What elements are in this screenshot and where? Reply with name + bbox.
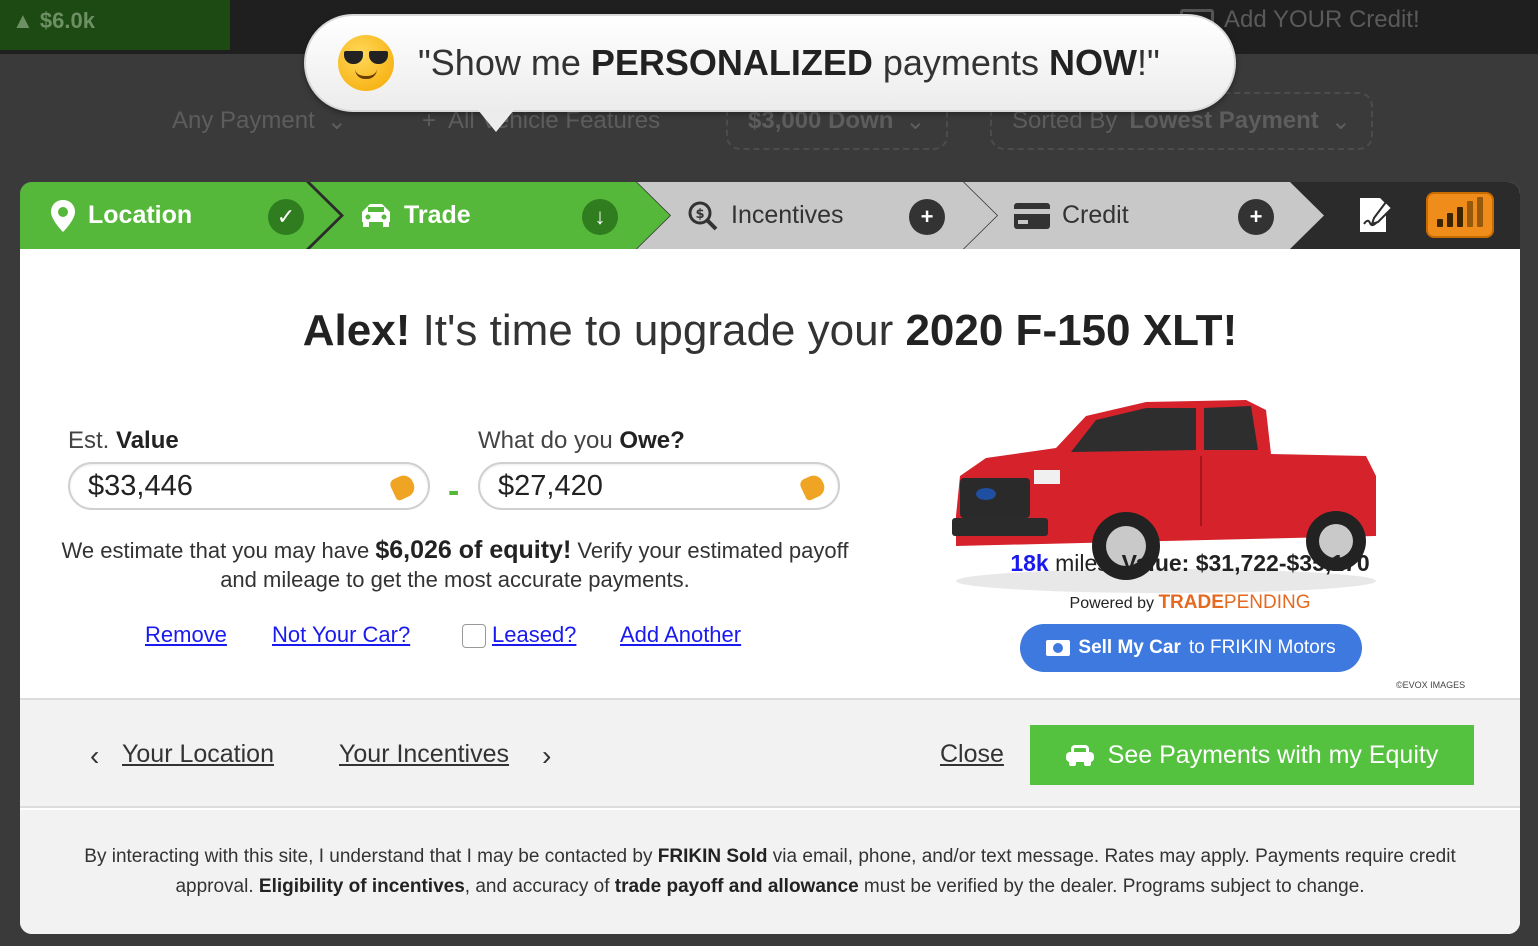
- modal-footer-nav: ‹ Your Location Your Incentives › Close …: [20, 698, 1520, 808]
- leased-link[interactable]: Leased?: [492, 622, 576, 648]
- your-incentives-link[interactable]: Your Incentives: [339, 740, 509, 769]
- evox-credit: ©EVOX IMAGES: [1396, 680, 1466, 690]
- add-another-link[interactable]: Add Another: [620, 622, 741, 648]
- progress-steps-bar: Location ✓ Trade ↓ $ Incentives + Credit…: [20, 182, 1520, 249]
- cash-icon: [1046, 640, 1071, 656]
- bubble-text: "Show me PERSONALIZED payments NOW!": [418, 42, 1160, 83]
- page-title: Alex! It's time to upgrade your 2020 F-1…: [302, 306, 1238, 355]
- step-trade[interactable]: Trade ↓: [310, 182, 670, 249]
- sign-document-icon[interactable]: [1356, 196, 1394, 234]
- step-location-label: Location: [88, 201, 193, 229]
- credit-card-icon: [1014, 203, 1050, 229]
- location-pin-icon: [50, 200, 76, 232]
- check-icon: ✓: [268, 199, 304, 235]
- search-dollar-icon: $: [687, 200, 719, 232]
- pointing-hand-icon: [798, 472, 828, 502]
- owe-label: What do you Owe?: [478, 427, 685, 454]
- car-icon: [360, 204, 392, 228]
- not-your-car-link[interactable]: Not Your Car?: [272, 622, 410, 648]
- leased-checkbox[interactable]: [462, 624, 486, 648]
- plus-icon: +: [909, 199, 945, 235]
- owe-input[interactable]: $27,420: [478, 462, 840, 510]
- step-credit[interactable]: Credit +: [964, 182, 1324, 249]
- disclaimer-text: By interacting with this site, I underst…: [84, 846, 1456, 897]
- pointing-hand-icon: [388, 472, 418, 502]
- chevron-left-icon[interactable]: ‹: [90, 740, 99, 772]
- powered-by-tradepending: Powered by TRADEPENDING: [1069, 592, 1311, 613]
- remove-link[interactable]: Remove: [145, 622, 227, 648]
- arrow-down-icon: ↓: [582, 199, 618, 235]
- your-location-link[interactable]: Your Location: [122, 740, 274, 769]
- see-payments-button[interactable]: See Payments with my Equity: [1030, 725, 1474, 785]
- car-icon: [1065, 745, 1094, 766]
- sell-my-car-button[interactable]: Sell My Car to FRIKIN Motors: [1020, 624, 1362, 672]
- trade-modal: Location ✓ Trade ↓ $ Incentives + Credit…: [20, 182, 1520, 934]
- step-trade-label: Trade: [404, 201, 471, 229]
- est-value-label: Est. Value: [68, 427, 179, 454]
- chevron-down-icon: ⌄: [1330, 107, 1351, 135]
- equity-estimate-text: We estimate that you may have $6,026 of …: [61, 536, 849, 592]
- signal-strength-button[interactable]: [1426, 192, 1494, 238]
- sunglasses-emoji-icon: [338, 35, 394, 91]
- step-credit-label: Credit: [1062, 201, 1129, 229]
- step-incentives-label: Incentives: [731, 201, 844, 229]
- step-incentives[interactable]: $ Incentives +: [637, 182, 997, 249]
- close-link[interactable]: Close: [940, 740, 1004, 769]
- background-equity-chip: ▲ $6.0k: [0, 0, 230, 50]
- step-location[interactable]: Location ✓: [20, 182, 340, 249]
- promo-speech-bubble: "Show me PERSONALIZED payments NOW!": [304, 14, 1236, 132]
- plus-icon: +: [1238, 199, 1274, 235]
- vehicle-miles-value: 18k miles, Value: $31,722-$35,170: [1010, 550, 1370, 576]
- minus-sign: -: [448, 472, 460, 510]
- svg-text:$: $: [695, 207, 704, 222]
- est-value-input[interactable]: $33,446: [68, 462, 430, 510]
- chevron-right-icon[interactable]: ›: [542, 740, 551, 772]
